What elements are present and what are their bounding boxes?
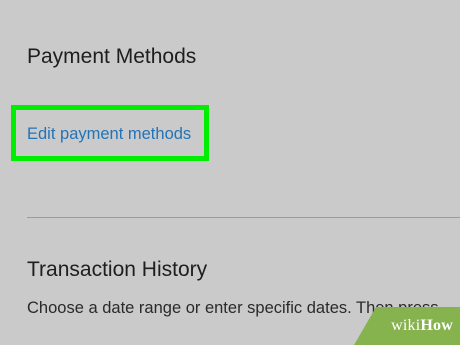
- watermark-prefix: wiki: [391, 317, 421, 334]
- page: Payment Methods Edit payment methods Tra…: [0, 0, 460, 345]
- section-divider: [27, 217, 460, 218]
- watermark-suffix: How: [420, 317, 453, 334]
- edit-payment-methods-link[interactable]: Edit payment methods: [27, 125, 191, 144]
- payment-methods-heading: Payment Methods: [27, 45, 197, 68]
- watermark-text: wikiHow: [391, 317, 453, 335]
- transaction-history-heading: Transaction History: [27, 258, 208, 281]
